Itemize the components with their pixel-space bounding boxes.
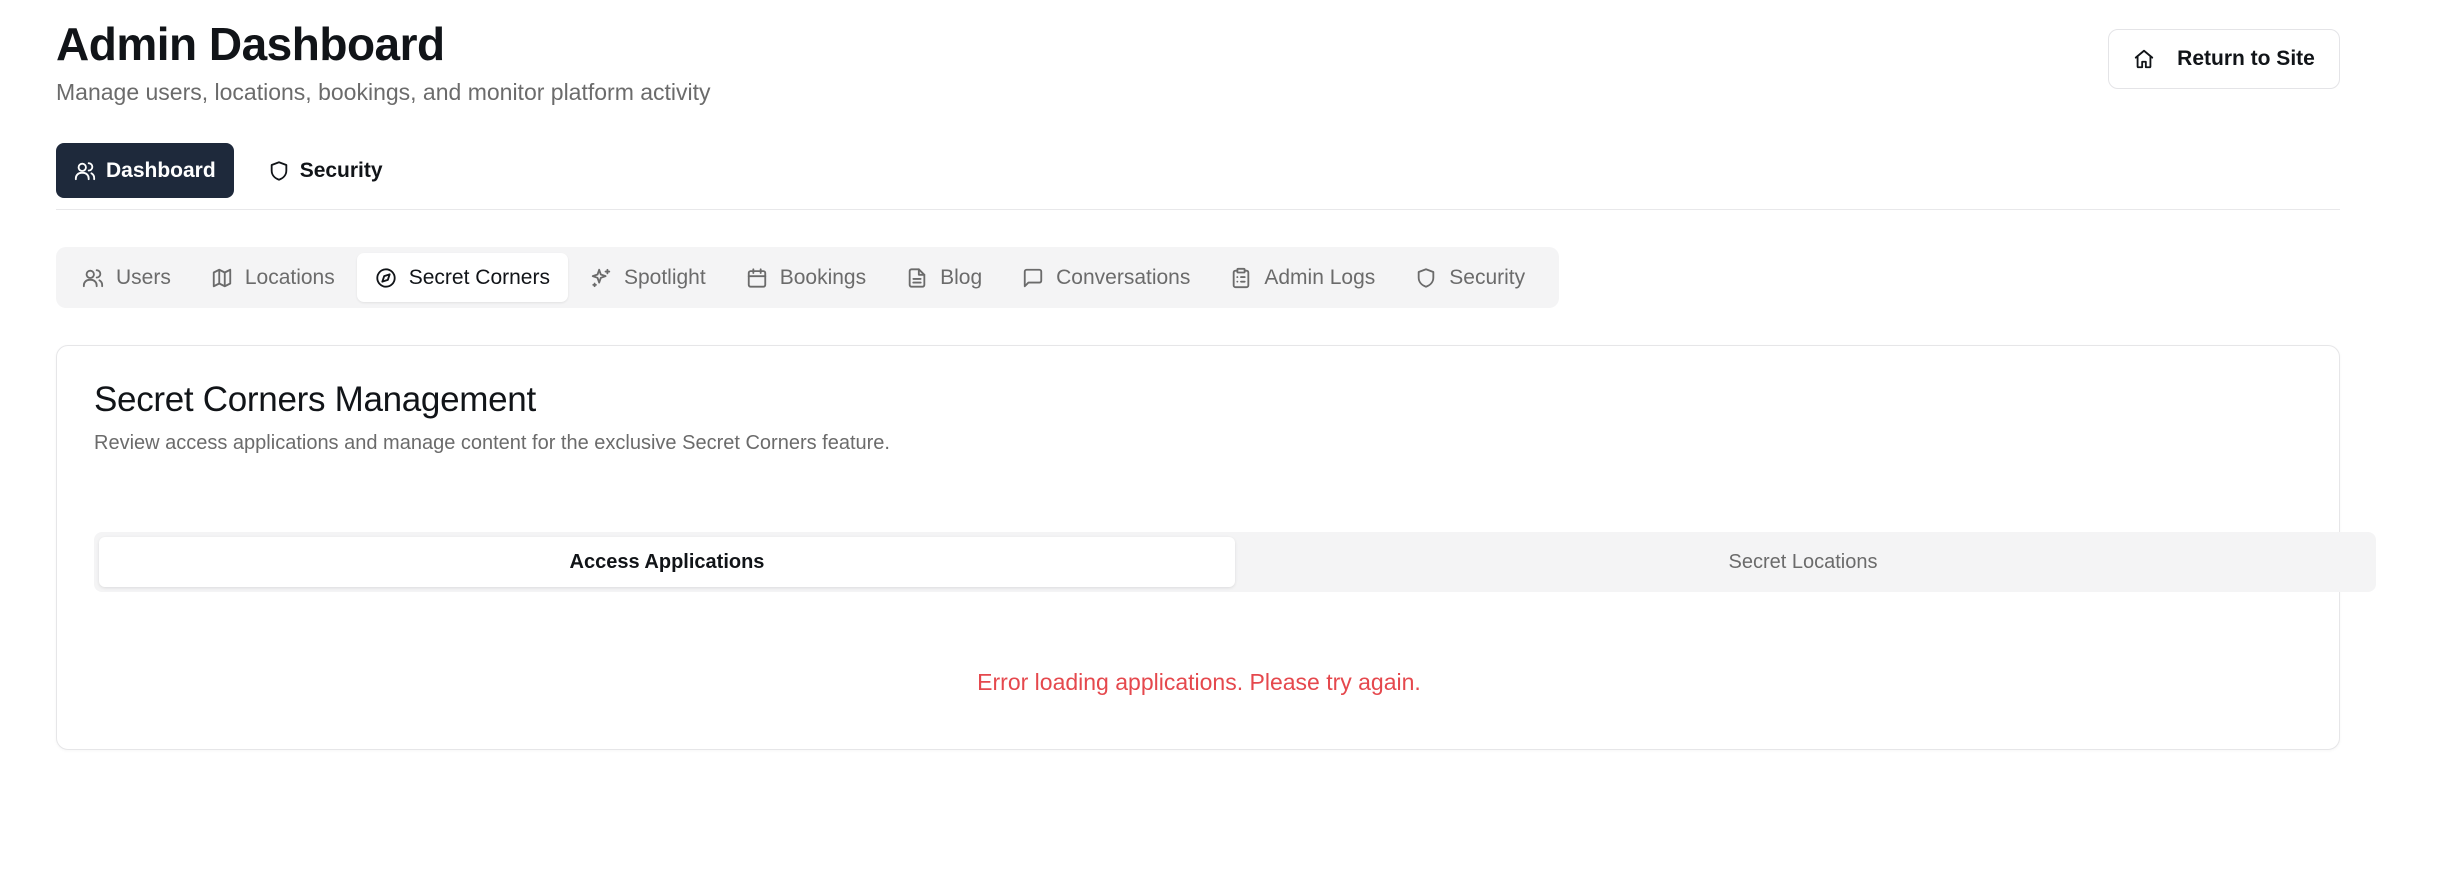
tab-secret-corners-label: Secret Corners bbox=[408, 265, 550, 289]
tab-locations[interactable]: Locations bbox=[193, 253, 353, 302]
users-icon bbox=[74, 160, 96, 182]
tab-secret-corners[interactable]: Secret Corners bbox=[356, 253, 568, 302]
error-message: Error loading applications. Please try a… bbox=[977, 669, 1421, 695]
tab-bookings-label: Bookings bbox=[779, 265, 867, 289]
shield-icon bbox=[1415, 267, 1437, 289]
secret-corners-subtabs: Access Applications Secret Locations bbox=[94, 532, 2376, 592]
card-title: Secret Corners Management bbox=[94, 380, 536, 419]
tab-admin-logs[interactable]: Admin Logs bbox=[1212, 253, 1393, 302]
top-nav-dashboard[interactable]: Dashboard bbox=[56, 143, 234, 198]
shield-icon bbox=[268, 160, 290, 182]
top-nav-security[interactable]: Security bbox=[250, 143, 401, 198]
home-icon bbox=[2133, 48, 2155, 70]
card-description: Review access applications and manage co… bbox=[94, 432, 890, 454]
top-nav-security-label: Security bbox=[299, 158, 383, 182]
message-square-icon bbox=[1022, 267, 1044, 289]
subtab-access-applications[interactable]: Access Applications bbox=[99, 537, 1235, 587]
map-icon bbox=[211, 267, 233, 289]
tab-blog-label: Blog bbox=[940, 265, 983, 289]
page-title: Admin Dashboard bbox=[56, 18, 445, 70]
tab-security[interactable]: Security bbox=[1397, 253, 1543, 302]
compass-icon bbox=[375, 267, 397, 289]
header-divider bbox=[56, 209, 2340, 210]
tab-spotlight-label: Spotlight bbox=[623, 265, 706, 289]
subtab-secret-locations[interactable]: Secret Locations bbox=[1235, 537, 2371, 587]
tab-conversations[interactable]: Conversations bbox=[1004, 253, 1208, 302]
admin-dashboard-page: Admin Dashboard Manage users, locations,… bbox=[0, 0, 2438, 870]
secret-corners-card: Secret Corners Management Review access … bbox=[56, 345, 2376, 750]
tab-users-label: Users bbox=[116, 265, 171, 289]
tab-security-label: Security bbox=[1449, 265, 1526, 289]
top-nav-dashboard-label: Dashboard bbox=[106, 158, 216, 182]
tab-spotlight[interactable]: Spotlight bbox=[572, 253, 724, 302]
tab-users[interactable]: Users bbox=[64, 253, 189, 302]
sparkles-icon bbox=[590, 267, 612, 289]
page-header: Admin Dashboard Manage users, locations,… bbox=[56, 16, 711, 106]
top-nav: Dashboard Security bbox=[56, 143, 401, 198]
section-tabs: Users Locations Secret Corners Spotlight… bbox=[56, 247, 1559, 308]
return-to-site-label: Return to Site bbox=[2177, 47, 2315, 70]
tab-blog[interactable]: Blog bbox=[888, 253, 1000, 302]
tab-bookings[interactable]: Bookings bbox=[728, 253, 884, 302]
tab-conversations-label: Conversations bbox=[1056, 265, 1191, 289]
return-to-site-button[interactable]: Return to Site bbox=[2108, 29, 2340, 89]
file-text-icon bbox=[906, 267, 928, 289]
tab-locations-label: Locations bbox=[244, 265, 335, 289]
tab-admin-logs-label: Admin Logs bbox=[1264, 265, 1376, 289]
clipboard-list-icon bbox=[1230, 267, 1252, 289]
calendar-icon bbox=[746, 267, 768, 289]
page-subtitle: Manage users, locations, bookings, and m… bbox=[56, 79, 711, 105]
users-icon bbox=[82, 267, 104, 289]
